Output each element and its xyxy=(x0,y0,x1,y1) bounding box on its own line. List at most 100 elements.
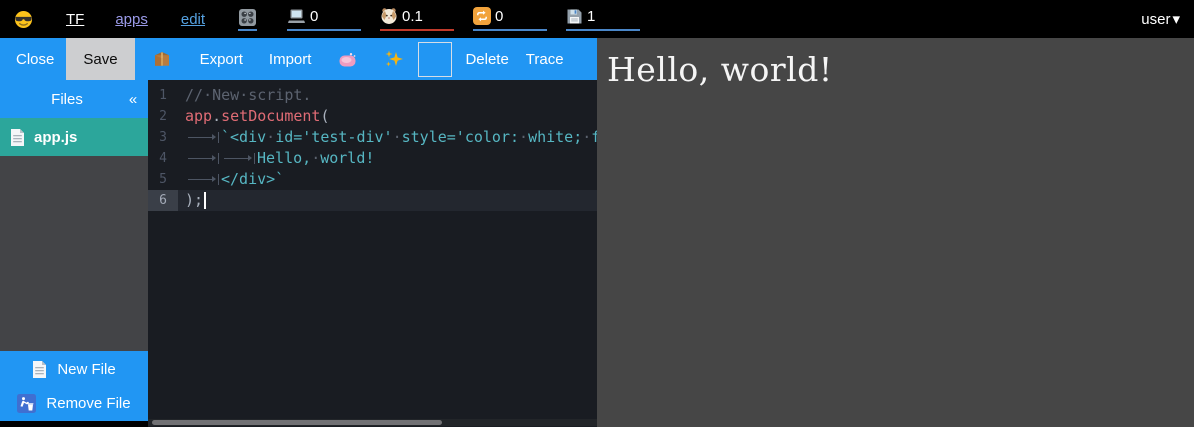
user-menu-label: user xyxy=(1141,11,1170,28)
sparkles-icon xyxy=(384,49,404,69)
token-str: `<div xyxy=(221,128,266,146)
stat-memory: 0.1 xyxy=(380,7,454,31)
token-com: // xyxy=(185,86,203,104)
new-file-button[interactable]: New File xyxy=(0,352,148,386)
package-icon xyxy=(152,49,172,69)
empty-toolbar-box[interactable] xyxy=(418,42,452,77)
token-str: Hello, xyxy=(257,149,311,167)
token-name: app xyxy=(185,107,212,125)
token-str: font xyxy=(591,128,597,146)
stat-sync: 0 xyxy=(473,7,547,31)
remove-file-button[interactable]: Remove File xyxy=(0,386,148,420)
code-line[interactable]: 6); xyxy=(148,190,597,211)
stat-saves: 1 xyxy=(566,8,640,31)
text-cursor xyxy=(204,192,206,209)
preview-pane: Hello, world! xyxy=(597,38,1194,427)
stat-cpu-value: 0 xyxy=(310,8,318,25)
token-punct: ( xyxy=(320,107,329,125)
sunglasses-face-icon[interactable] xyxy=(14,10,33,29)
files-header: Files « xyxy=(0,80,148,118)
close-button[interactable]: Close xyxy=(16,51,54,68)
code-line[interactable]: 5 </div>` xyxy=(148,169,597,190)
token-com: script. xyxy=(248,86,311,104)
remove-file-label: Remove File xyxy=(46,395,130,412)
line-number: 2 xyxy=(148,106,178,127)
code-editor[interactable]: 1//·New·script.2app.setDocument(3`<div·i… xyxy=(148,80,597,427)
document-icon xyxy=(10,128,25,147)
laptop-icon xyxy=(287,8,306,24)
tab-marker xyxy=(185,173,221,186)
token-ws: · xyxy=(519,128,528,146)
line-content: ); xyxy=(178,190,597,211)
sidebar-actions: New File Remove File xyxy=(0,351,148,421)
files-title: Files xyxy=(0,91,118,108)
trace-button[interactable]: Trace xyxy=(526,51,564,68)
token-com: New xyxy=(212,86,239,104)
file-item-appjs[interactable]: app.js xyxy=(0,118,148,156)
token-str: world! xyxy=(320,149,374,167)
floppy-disk-icon xyxy=(566,8,583,25)
token-ws: · xyxy=(393,128,402,146)
line-number: 1 xyxy=(148,85,178,106)
token-name: setDocument xyxy=(221,107,320,125)
horizontal-scrollbar-track[interactable] xyxy=(148,419,597,426)
tab-marker xyxy=(221,152,257,165)
line-number: 5 xyxy=(148,169,178,190)
save-button[interactable]: Save xyxy=(66,38,134,80)
token-ws: · xyxy=(239,86,248,104)
code-line[interactable]: 2app.setDocument( xyxy=(148,106,597,127)
line-content: `<div·id='test-div'·style='color:·white;… xyxy=(178,127,597,148)
delete-button[interactable]: Delete xyxy=(465,51,508,68)
stat-cpu: 0 xyxy=(287,8,361,31)
hamster-icon xyxy=(380,7,398,25)
code-line[interactable]: 3`<div·id='test-div'·style='color:·white… xyxy=(148,127,597,148)
token-ws: · xyxy=(203,86,212,104)
token-ws: · xyxy=(582,128,591,146)
user-menu[interactable]: user ▾ xyxy=(1141,10,1180,28)
token-str: white; xyxy=(528,128,582,146)
export-button[interactable]: Export xyxy=(200,51,243,68)
workspace-body: Files « app.js xyxy=(0,80,597,427)
file-list-area xyxy=(0,156,148,351)
tab-marker xyxy=(185,131,221,144)
code-line[interactable]: 1//·New·script. xyxy=(148,85,597,106)
line-content: //·New·script. xyxy=(178,85,597,106)
control-knobs-icon[interactable] xyxy=(238,8,257,31)
token-ws: · xyxy=(311,149,320,167)
nav-link-apps[interactable]: apps xyxy=(115,11,148,28)
line-content: </div>` xyxy=(178,169,597,190)
editor-workspace: Close Save Export Import xyxy=(0,38,597,427)
token-punct: ); xyxy=(185,191,203,209)
repeat-icon xyxy=(473,7,491,25)
soap-icon xyxy=(338,51,359,68)
code-line[interactable]: 4Hello,·world! xyxy=(148,148,597,169)
soap-button[interactable] xyxy=(338,51,359,68)
nav-link-edit[interactable]: edit xyxy=(181,11,205,28)
line-number: 3 xyxy=(148,127,178,148)
top-bar: TF apps edit 0 xyxy=(0,0,1194,38)
tab-marker xyxy=(185,152,221,165)
horizontal-scrollbar-thumb[interactable] xyxy=(152,420,442,425)
import-button[interactable]: Import xyxy=(269,51,312,68)
stat-sync-value: 0 xyxy=(495,8,503,25)
chevron-down-icon: ▾ xyxy=(1172,10,1180,28)
litter-bin-icon xyxy=(17,394,36,413)
new-file-icon xyxy=(32,360,47,379)
collapse-sidebar-button[interactable]: « xyxy=(118,91,148,108)
line-content: Hello,·world! xyxy=(178,148,597,169)
sparkles-button[interactable] xyxy=(384,49,404,69)
editor-toolbar: Close Save Export Import xyxy=(0,38,597,80)
code-lines: 1//·New·script.2app.setDocument(3`<div·i… xyxy=(148,80,597,211)
new-file-label: New File xyxy=(57,361,115,378)
files-sidebar: Files « app.js xyxy=(0,80,148,427)
token-str: </div>` xyxy=(221,170,284,188)
stat-saves-value: 1 xyxy=(587,8,595,25)
line-number: 6 xyxy=(148,190,178,211)
line-number: 4 xyxy=(148,148,178,169)
brand-link[interactable]: TF xyxy=(66,11,84,28)
token-str: style='color: xyxy=(402,128,519,146)
main-area: Close Save Export Import xyxy=(0,38,1194,427)
file-name: app.js xyxy=(34,129,77,146)
package-button[interactable] xyxy=(152,49,172,69)
stat-memory-value: 0.1 xyxy=(402,8,423,25)
